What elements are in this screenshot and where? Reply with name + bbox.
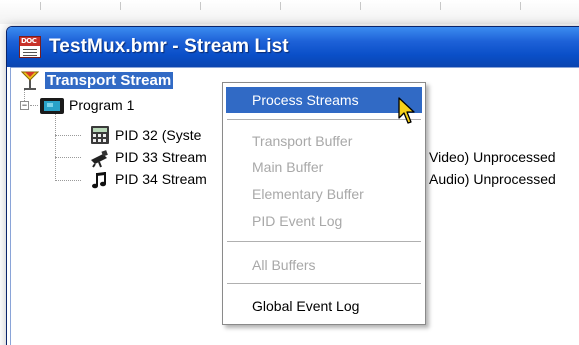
doc-icon-text: DOC xyxy=(21,37,37,45)
tree-node-pid-34[interactable]: PID 34 Stream xyxy=(115,170,207,188)
tree-connector xyxy=(55,135,81,136)
tree-connector xyxy=(55,157,81,158)
tree-node-pid-34-trailing: Audio) Unprocessed xyxy=(429,170,556,188)
music-note-icon[interactable] xyxy=(91,170,109,195)
mouse-pointer-icon xyxy=(398,97,418,130)
menu-item-all-buffers[interactable]: All Buffers xyxy=(226,252,422,278)
doc-icon[interactable]: DOC xyxy=(19,36,41,58)
tree-node-transport-stream[interactable]: Transport Stream xyxy=(45,71,174,90)
tree-node-pid-33-trailing: Video) Unprocessed xyxy=(429,148,556,166)
toolbar-strip xyxy=(0,0,579,24)
ruler-tick xyxy=(360,2,361,10)
tree-node-program-1[interactable]: Program 1 xyxy=(69,96,134,114)
menu-item-pid-event-log[interactable]: PID Event Log xyxy=(226,208,422,234)
title-bar[interactable]: DOC TestMux.bmr - Stream List xyxy=(7,27,579,67)
menu-separator xyxy=(227,119,421,120)
doc-icon-lines xyxy=(23,49,37,50)
menu-separator xyxy=(227,283,421,284)
ruler-tick xyxy=(200,2,201,10)
tree-node-label[interactable]: PID 34 Stream xyxy=(115,171,207,187)
tree-node-label[interactable]: PID 33 Stream xyxy=(115,149,207,165)
tree-node-trailing-text: Video) Unprocessed xyxy=(429,149,556,165)
tree-node-label[interactable]: Program 1 xyxy=(69,97,134,113)
tree-node-pid-33[interactable]: PID 33 Stream xyxy=(115,148,207,166)
tree-node-trailing-text: Audio) Unprocessed xyxy=(429,171,556,187)
tree-node-label[interactable]: Transport Stream xyxy=(45,72,174,89)
ruler-tick xyxy=(520,2,521,10)
tree-node-pid-32[interactable]: PID 32 (Syste xyxy=(115,126,201,144)
context-menu: Process Streams Transport Buffer Main Bu… xyxy=(222,82,426,325)
tree-connector xyxy=(55,180,81,181)
menu-item-transport-buffer[interactable]: Transport Buffer xyxy=(226,128,422,154)
window-title: TestMux.bmr - Stream List xyxy=(49,36,289,57)
ruler-tick xyxy=(440,2,441,10)
menu-separator xyxy=(227,241,421,242)
menu-item-main-buffer[interactable]: Main Buffer xyxy=(226,154,422,180)
tree-node-label[interactable]: PID 32 (Syste xyxy=(115,127,201,143)
expander-glyph: − xyxy=(21,100,28,110)
ruler-tick xyxy=(280,2,281,10)
collapse-toggle-icon[interactable]: − xyxy=(20,101,29,110)
menu-item-global-event-log[interactable]: Global Event Log xyxy=(226,293,422,319)
menu-item-elementary-buffer[interactable]: Elementary Buffer xyxy=(226,181,422,207)
calculator-icon[interactable] xyxy=(90,125,110,150)
program-tv-icon[interactable] xyxy=(39,97,65,120)
transport-stream-icon[interactable] xyxy=(20,71,40,96)
menu-item-process-streams[interactable]: Process Streams xyxy=(226,87,422,113)
ruler-tick xyxy=(120,2,121,10)
tree-connector xyxy=(55,112,56,181)
tree-connector xyxy=(30,105,38,106)
ruler-tick xyxy=(40,2,41,10)
